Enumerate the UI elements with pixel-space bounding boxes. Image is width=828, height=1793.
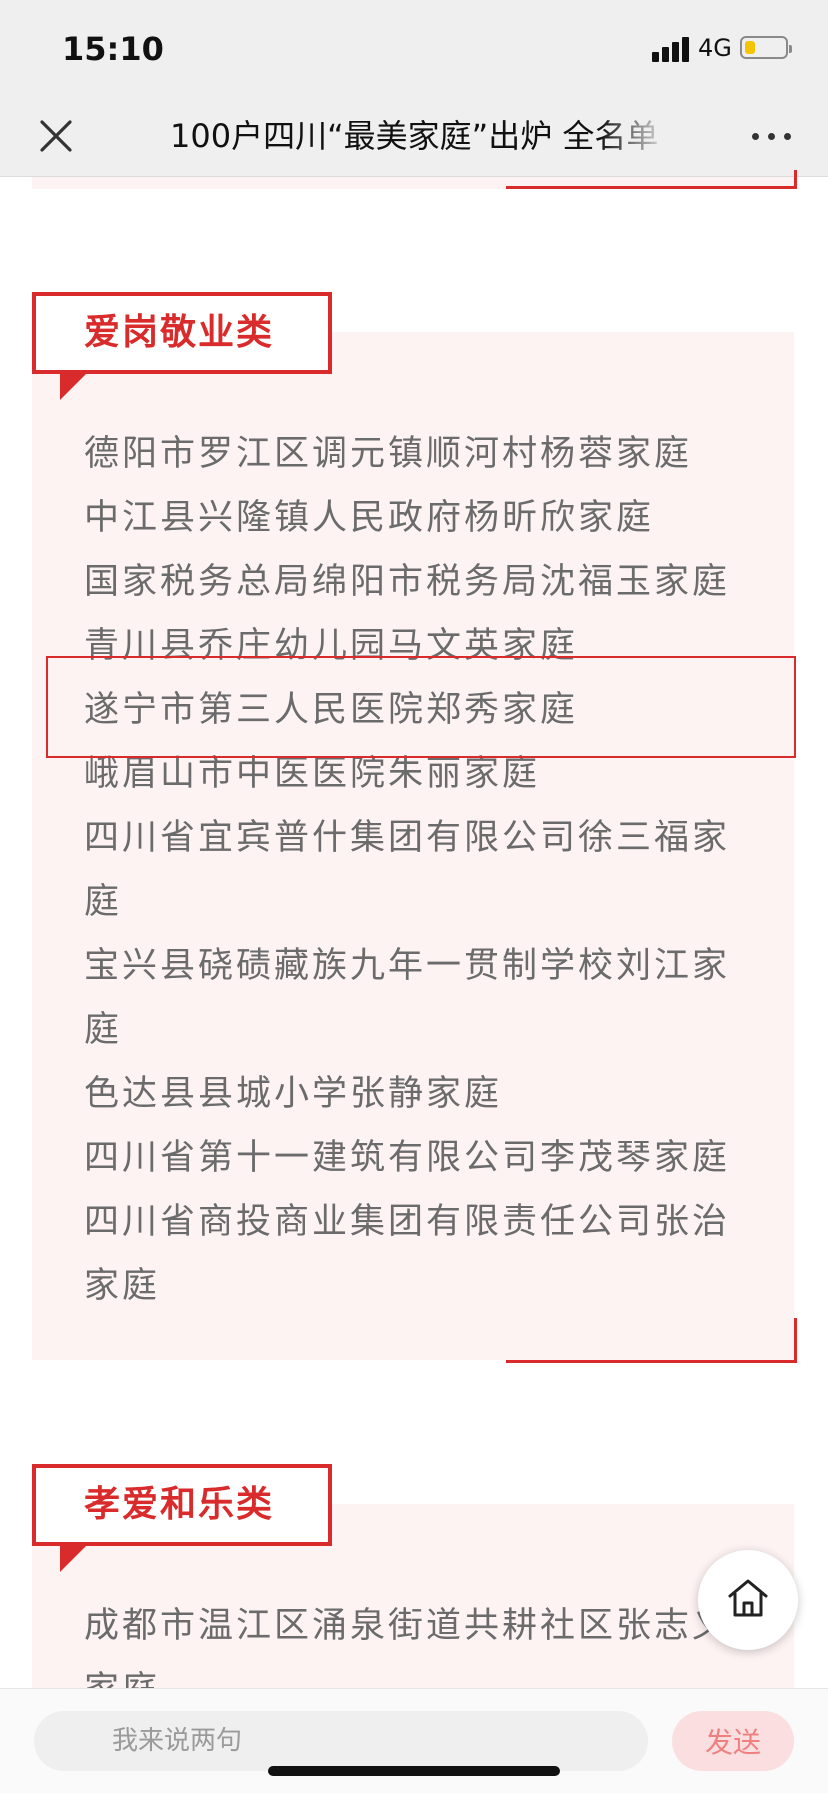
section-title-tail: [60, 374, 86, 400]
send-button[interactable]: 发送: [672, 1711, 794, 1771]
nav-bar: 100户四川“最美家庭”出炉 全名单: [0, 96, 828, 177]
home-button[interactable]: [698, 1550, 798, 1650]
page-title-text: 100户四川“最美家庭”出炉 全名单: [170, 117, 659, 155]
home-icon: [728, 1579, 768, 1617]
section-title-family: 孝爱和乐类: [32, 1464, 332, 1546]
list-item: 中江县兴隆镇人民政府杨昕欣家庭: [84, 498, 655, 538]
close-icon: [40, 120, 72, 152]
more-dots-icon: [752, 133, 759, 140]
section-title-work: 爱岗敬业类: [32, 292, 332, 374]
comment-input[interactable]: [34, 1711, 648, 1771]
home-indicator: [268, 1766, 560, 1776]
section-title-tail: [60, 1546, 86, 1572]
status-bar: 15:10 4G: [0, 0, 828, 96]
network-type: 4G: [698, 34, 732, 62]
status-time: 15:10: [62, 30, 164, 68]
list-item: 德阳市罗江区调元镇顺河村杨蓉家庭: [84, 434, 693, 474]
list-item: 四川省商投商业集团有限责任公司张治家庭: [84, 1202, 731, 1306]
comment-bar: 发送: [0, 1688, 828, 1793]
section-title-work-text: 爱岗敬业类: [84, 312, 275, 353]
list-item: 四川省宜宾普什集团有限公司徐三福家庭: [84, 818, 731, 922]
more-button[interactable]: [748, 120, 796, 152]
section-panel-corner: [506, 1318, 797, 1363]
highlight-frame: [46, 656, 796, 758]
previous-section-corner: [506, 170, 797, 189]
signal-icon: [652, 36, 692, 62]
section-list-work: 德阳市罗江区调元镇顺河村杨蓉家庭 中江县兴隆镇人民政府杨昕欣家庭 国家税务总局绵…: [84, 422, 754, 1318]
list-item: 四川省第十一建筑有限公司李茂琴家庭: [84, 1138, 731, 1178]
page-title: 100户四川“最美家庭”出炉 全名单: [170, 114, 670, 158]
battery-icon: [740, 36, 792, 59]
list-item: 国家税务总局绵阳市税务局沈福玉家庭: [84, 562, 731, 602]
battery-level: [745, 41, 755, 54]
section-title-family-text: 孝爱和乐类: [84, 1484, 275, 1525]
close-button[interactable]: [30, 110, 82, 162]
list-item: 宝兴县硗碛藏族九年一贯制学校刘江家庭: [84, 946, 731, 1050]
list-item: 色达县县城小学张静家庭: [84, 1074, 503, 1114]
